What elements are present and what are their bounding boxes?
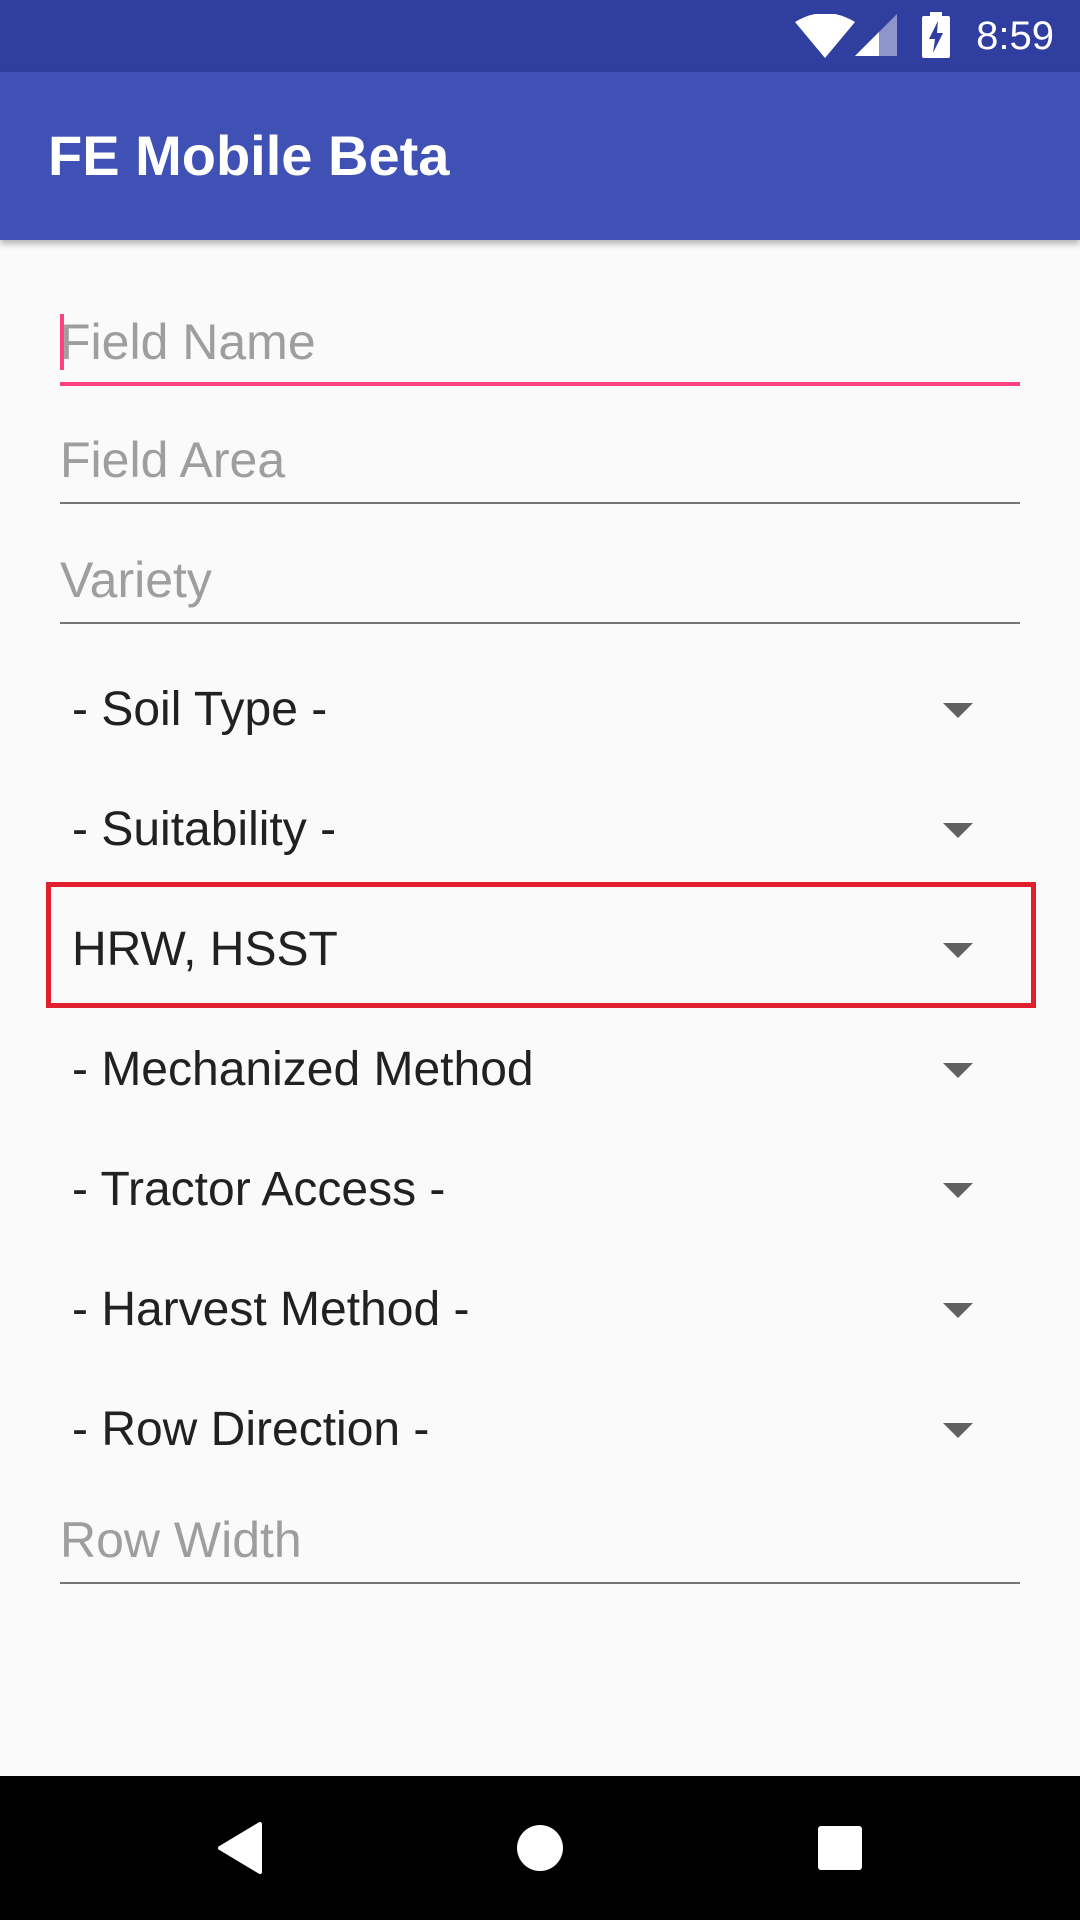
suitability-spinner[interactable]: - Suitability - (48, 770, 1032, 890)
tractor-access-label: - Tractor Access - (72, 1163, 446, 1216)
dropdown-arrow-icon (943, 1303, 973, 1318)
soil-type-spinner[interactable]: - Soil Type - (48, 650, 1032, 770)
row-direction-label: - Row Direction - (72, 1403, 430, 1456)
wifi-icon (795, 14, 855, 58)
back-button[interactable] (204, 1812, 276, 1884)
mechanized-method-label: - Mechanized Method (72, 1043, 534, 1096)
battery-charging-icon (922, 12, 950, 58)
field-area-input-container[interactable] (60, 420, 1020, 504)
app-bar: FE Mobile Beta (0, 72, 1080, 240)
back-icon (218, 1822, 262, 1874)
field-name-input-container[interactable] (60, 302, 1020, 386)
home-icon (517, 1825, 563, 1871)
dropdown-arrow-icon (943, 1423, 973, 1438)
field-name-input[interactable] (60, 308, 1020, 376)
status-time: 8:59 (976, 14, 1054, 58)
variety-input-container[interactable] (60, 540, 1020, 624)
tractor-access-spinner[interactable]: - Tractor Access - (48, 1130, 1032, 1250)
row-width-input-container[interactable] (60, 1500, 1020, 1584)
dropdown-arrow-icon (943, 1063, 973, 1078)
app-title: FE Mobile Beta (48, 124, 450, 187)
recents-button[interactable] (804, 1812, 876, 1884)
field-area-input[interactable] (60, 426, 1020, 494)
dropdown-arrow-icon (943, 703, 973, 718)
variety-input[interactable] (60, 546, 1020, 614)
harvest-method-spinner[interactable]: - Harvest Method - (48, 1250, 1032, 1370)
home-button[interactable] (504, 1812, 576, 1884)
hrw-hsst-label: HRW, HSST (72, 923, 338, 976)
navigation-bar (0, 1776, 1080, 1920)
row-direction-spinner[interactable]: - Row Direction - (48, 1370, 1032, 1490)
cell-signal-icon (855, 14, 897, 56)
harvest-method-label: - Harvest Method - (72, 1283, 470, 1336)
dropdown-arrow-icon (943, 823, 973, 838)
recents-icon (818, 1826, 862, 1870)
dropdown-arrow-icon (943, 943, 973, 958)
soil-type-label: - Soil Type - (72, 683, 328, 736)
suitability-label: - Suitability - (72, 803, 337, 856)
row-width-input[interactable] (60, 1506, 1020, 1574)
mechanized-method-spinner[interactable]: - Mechanized Method (48, 1010, 1032, 1130)
dropdown-arrow-icon (943, 1183, 973, 1198)
hrw-hsst-spinner[interactable]: HRW, HSST (48, 890, 1032, 1010)
status-bar: 8:59 (0, 0, 1080, 72)
